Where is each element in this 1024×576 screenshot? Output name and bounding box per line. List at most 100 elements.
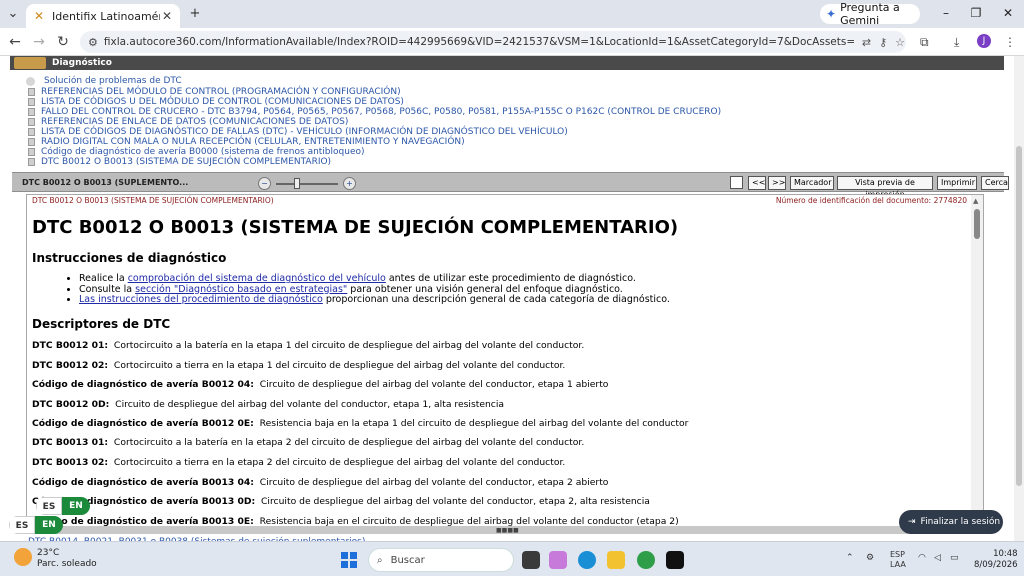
start-icon[interactable] bbox=[341, 552, 357, 568]
vehicle-logo bbox=[14, 57, 46, 69]
zoom-slider-track[interactable] bbox=[276, 183, 338, 185]
bookmark-button[interactable]: Marcador bbox=[790, 176, 834, 190]
tab-list-icon[interactable]: ⌄ bbox=[4, 6, 22, 22]
clock[interactable]: 10:48 8/09/2026 bbox=[974, 549, 1018, 571]
translate-icon[interactable]: ⇄ bbox=[862, 36, 871, 49]
horizontal-scrollbar[interactable]: ■■■■ bbox=[26, 526, 984, 534]
zoom-slider-handle[interactable] bbox=[294, 178, 300, 189]
tree-item-label[interactable]: LISTA DE CÓDIGOS DE DIAGNÓSTICO DE FALLA… bbox=[41, 127, 568, 137]
tree-item[interactable]: DTC B0012 O B0013 (SISTEMA DE SUJECIÓN C… bbox=[26, 157, 1006, 167]
download-icon[interactable]: ⤓ bbox=[954, 35, 959, 50]
lang-es-option[interactable]: ES bbox=[9, 516, 35, 534]
chrome-icon[interactable] bbox=[637, 551, 655, 569]
forward-icon[interactable]: → bbox=[30, 34, 48, 50]
site-info-icon[interactable]: ⚙ bbox=[88, 36, 98, 49]
tree-item-label[interactable]: DTC B0012 O B0013 (SISTEMA DE SUJECIÓN C… bbox=[41, 157, 331, 167]
minimize-icon[interactable]: – bbox=[936, 6, 956, 20]
gemini-button[interactable]: ✦ Pregunta a Gemini bbox=[820, 1, 920, 27]
profile-avatar[interactable]: J bbox=[977, 34, 991, 48]
browser-tab[interactable]: ✕ Identifix Latinoamérica -- Búsq ✕ bbox=[26, 4, 180, 28]
restore-icon[interactable]: ❐ bbox=[966, 6, 986, 20]
procedure-instructions-link[interactable]: Las instrucciones del procedimiento de d… bbox=[79, 294, 323, 305]
edge-icon[interactable] bbox=[578, 551, 596, 569]
new-tab-icon[interactable]: + bbox=[186, 6, 204, 22]
app-icon[interactable] bbox=[666, 551, 684, 569]
close-button[interactable]: Cerca bbox=[981, 176, 1009, 190]
document-viewer: DTC B0012 O B0013 (SISTEMA DE SUJECIÓN C… bbox=[26, 194, 984, 534]
input-language[interactable]: ESP LAA bbox=[890, 550, 906, 570]
date: 8/09/2026 bbox=[974, 560, 1018, 570]
logout-icon: ⇥ bbox=[908, 517, 916, 527]
document-icon bbox=[28, 88, 35, 96]
copilot-icon[interactable] bbox=[549, 551, 567, 569]
dtc-description: Circuito de despliegue del airbag del vo… bbox=[259, 379, 609, 390]
vehicle-check-link[interactable]: comprobación del sistema de diagnóstico … bbox=[128, 273, 386, 284]
battery-icon[interactable]: ▭ bbox=[950, 553, 959, 563]
tree-item-label[interactable]: REFERENCIAS DE ENLACE DE DATOS (COMUNICA… bbox=[41, 117, 348, 127]
weather-widget[interactable]: 23°C Parc. soleado bbox=[14, 548, 97, 570]
page-scrollbar-thumb[interactable] bbox=[1016, 146, 1022, 486]
lang-en-option[interactable]: EN bbox=[62, 497, 90, 515]
dtc-description: Circuito de despliegue del airbag del vo… bbox=[261, 496, 650, 507]
network-status-icon[interactable]: ⚙ bbox=[866, 553, 874, 563]
language-toggle[interactable]: ES EN bbox=[9, 516, 63, 534]
collapse-icon[interactable] bbox=[26, 76, 35, 86]
tree-item[interactable]: LISTA DE CÓDIGOS DE DIAGNÓSTICO DE FALLA… bbox=[26, 127, 1006, 137]
tree-item[interactable]: REFERENCIAS DE ENLACE DE DATOS (COMUNICA… bbox=[26, 117, 1006, 127]
tray-chevron-icon[interactable]: ⌃ bbox=[846, 553, 854, 563]
print-button[interactable]: Imprimir bbox=[937, 176, 977, 190]
task-view-icon[interactable] bbox=[522, 551, 540, 569]
select-checkbox[interactable] bbox=[730, 176, 743, 189]
taskbar-search[interactable]: ⌕ Buscar bbox=[368, 548, 514, 572]
extensions-icon[interactable]: ⧉ bbox=[920, 35, 929, 50]
section-title: Diagnóstico bbox=[52, 58, 112, 68]
close-tab-icon[interactable]: ✕ bbox=[160, 9, 174, 23]
tree-item-label[interactable]: LISTA DE CÓDIGOS U DEL MÓDULO DE CONTROL… bbox=[41, 97, 404, 107]
tree-item[interactable]: Código de diagnóstico de avería B0000 (s… bbox=[26, 147, 1006, 157]
tree-item[interactable]: RADIO DIGITAL CON MALA O NULA RECEPCIÓN … bbox=[26, 137, 1006, 147]
next-button[interactable]: >> bbox=[768, 176, 786, 190]
tree-item[interactable]: FALLO DEL CONTROL DE CRUCERO - DTC B3794… bbox=[26, 107, 1006, 117]
tree-item-label[interactable]: Código de diagnóstico de avería B0000 (s… bbox=[41, 147, 365, 157]
omnibox[interactable]: ⚙ fixla.autocore360.com/InformationAvail… bbox=[80, 31, 906, 53]
descriptor-row: Código de diagnóstico de avería B0012 04… bbox=[32, 379, 608, 390]
strategy-section-link[interactable]: sección "Diagnóstico basado en estrategi… bbox=[135, 284, 347, 295]
zoom-in-icon[interactable]: + bbox=[343, 177, 356, 190]
tree-item-label[interactable]: RADIO DIGITAL CON MALA O NULA RECEPCIÓN … bbox=[41, 137, 465, 147]
print-preview-button[interactable]: Vista previa de impresión bbox=[837, 176, 933, 199]
scroll-up-icon[interactable]: ▲ bbox=[973, 197, 978, 205]
page-scrollbar[interactable] bbox=[1014, 56, 1024, 541]
bookmark-star-icon[interactable]: ☆ bbox=[895, 36, 905, 49]
tree-item-label[interactable]: FALLO DEL CONTROL DE CRUCERO - DTC B3794… bbox=[41, 107, 721, 117]
wifi-icon[interactable]: ◠ bbox=[918, 553, 926, 563]
dtc-code: Código de diagnóstico de avería B0012 0E… bbox=[32, 418, 254, 429]
window-close-icon[interactable]: ✕ bbox=[998, 6, 1018, 20]
lang-es-option[interactable]: ES bbox=[36, 497, 62, 515]
zoom-out-icon[interactable]: − bbox=[258, 177, 271, 190]
list-item: Las instrucciones del procedimiento de d… bbox=[79, 294, 670, 306]
prev-button[interactable]: << bbox=[748, 176, 766, 190]
bullet-text: proporcionan una descripción general de … bbox=[322, 294, 670, 305]
reload-icon[interactable]: ↻ bbox=[54, 34, 72, 50]
tree-item-label[interactable]: REFERENCIAS DEL MÓDULO DE CONTROL (PROGR… bbox=[41, 87, 401, 97]
menu-icon[interactable]: ⋮ bbox=[1004, 35, 1016, 49]
tree-item[interactable]: LISTA DE CÓDIGOS U DEL MÓDULO DE CONTROL… bbox=[26, 97, 1006, 107]
scrollbar-thumb[interactable] bbox=[974, 209, 980, 239]
lang-en-option[interactable]: EN bbox=[35, 516, 63, 534]
tree-item[interactable]: REFERENCIAS DEL MÓDULO DE CONTROL (PROGR… bbox=[26, 87, 1006, 97]
dtc-code: Código de diagnóstico de avería B0013 04… bbox=[32, 477, 254, 488]
lang-layout: LAA bbox=[890, 560, 906, 569]
dtc-description: Cortocircuito a la batería en la etapa 1… bbox=[113, 340, 585, 351]
document-scrollbar[interactable]: ▲ bbox=[971, 195, 983, 533]
back-icon[interactable]: ← bbox=[6, 34, 24, 50]
tree-root[interactable]: Solución de problemas de DTC bbox=[26, 76, 1006, 86]
file-explorer-icon[interactable] bbox=[607, 551, 625, 569]
end-session-button[interactable]: ⇥ Finalizar la sesión bbox=[899, 510, 1003, 534]
tree-root-label[interactable]: Solución de problemas de DTC bbox=[44, 76, 182, 86]
language-toggle[interactable]: ES EN bbox=[36, 497, 90, 515]
volume-icon[interactable]: ◁ bbox=[934, 553, 941, 563]
key-icon[interactable]: ⚷ bbox=[879, 36, 887, 49]
section-header: Diagnóstico bbox=[10, 56, 1004, 70]
scroll-grip-icon[interactable]: ■■■■ bbox=[496, 527, 519, 534]
url-text[interactable]: fixla.autocore360.com/InformationAvailab… bbox=[104, 36, 854, 48]
